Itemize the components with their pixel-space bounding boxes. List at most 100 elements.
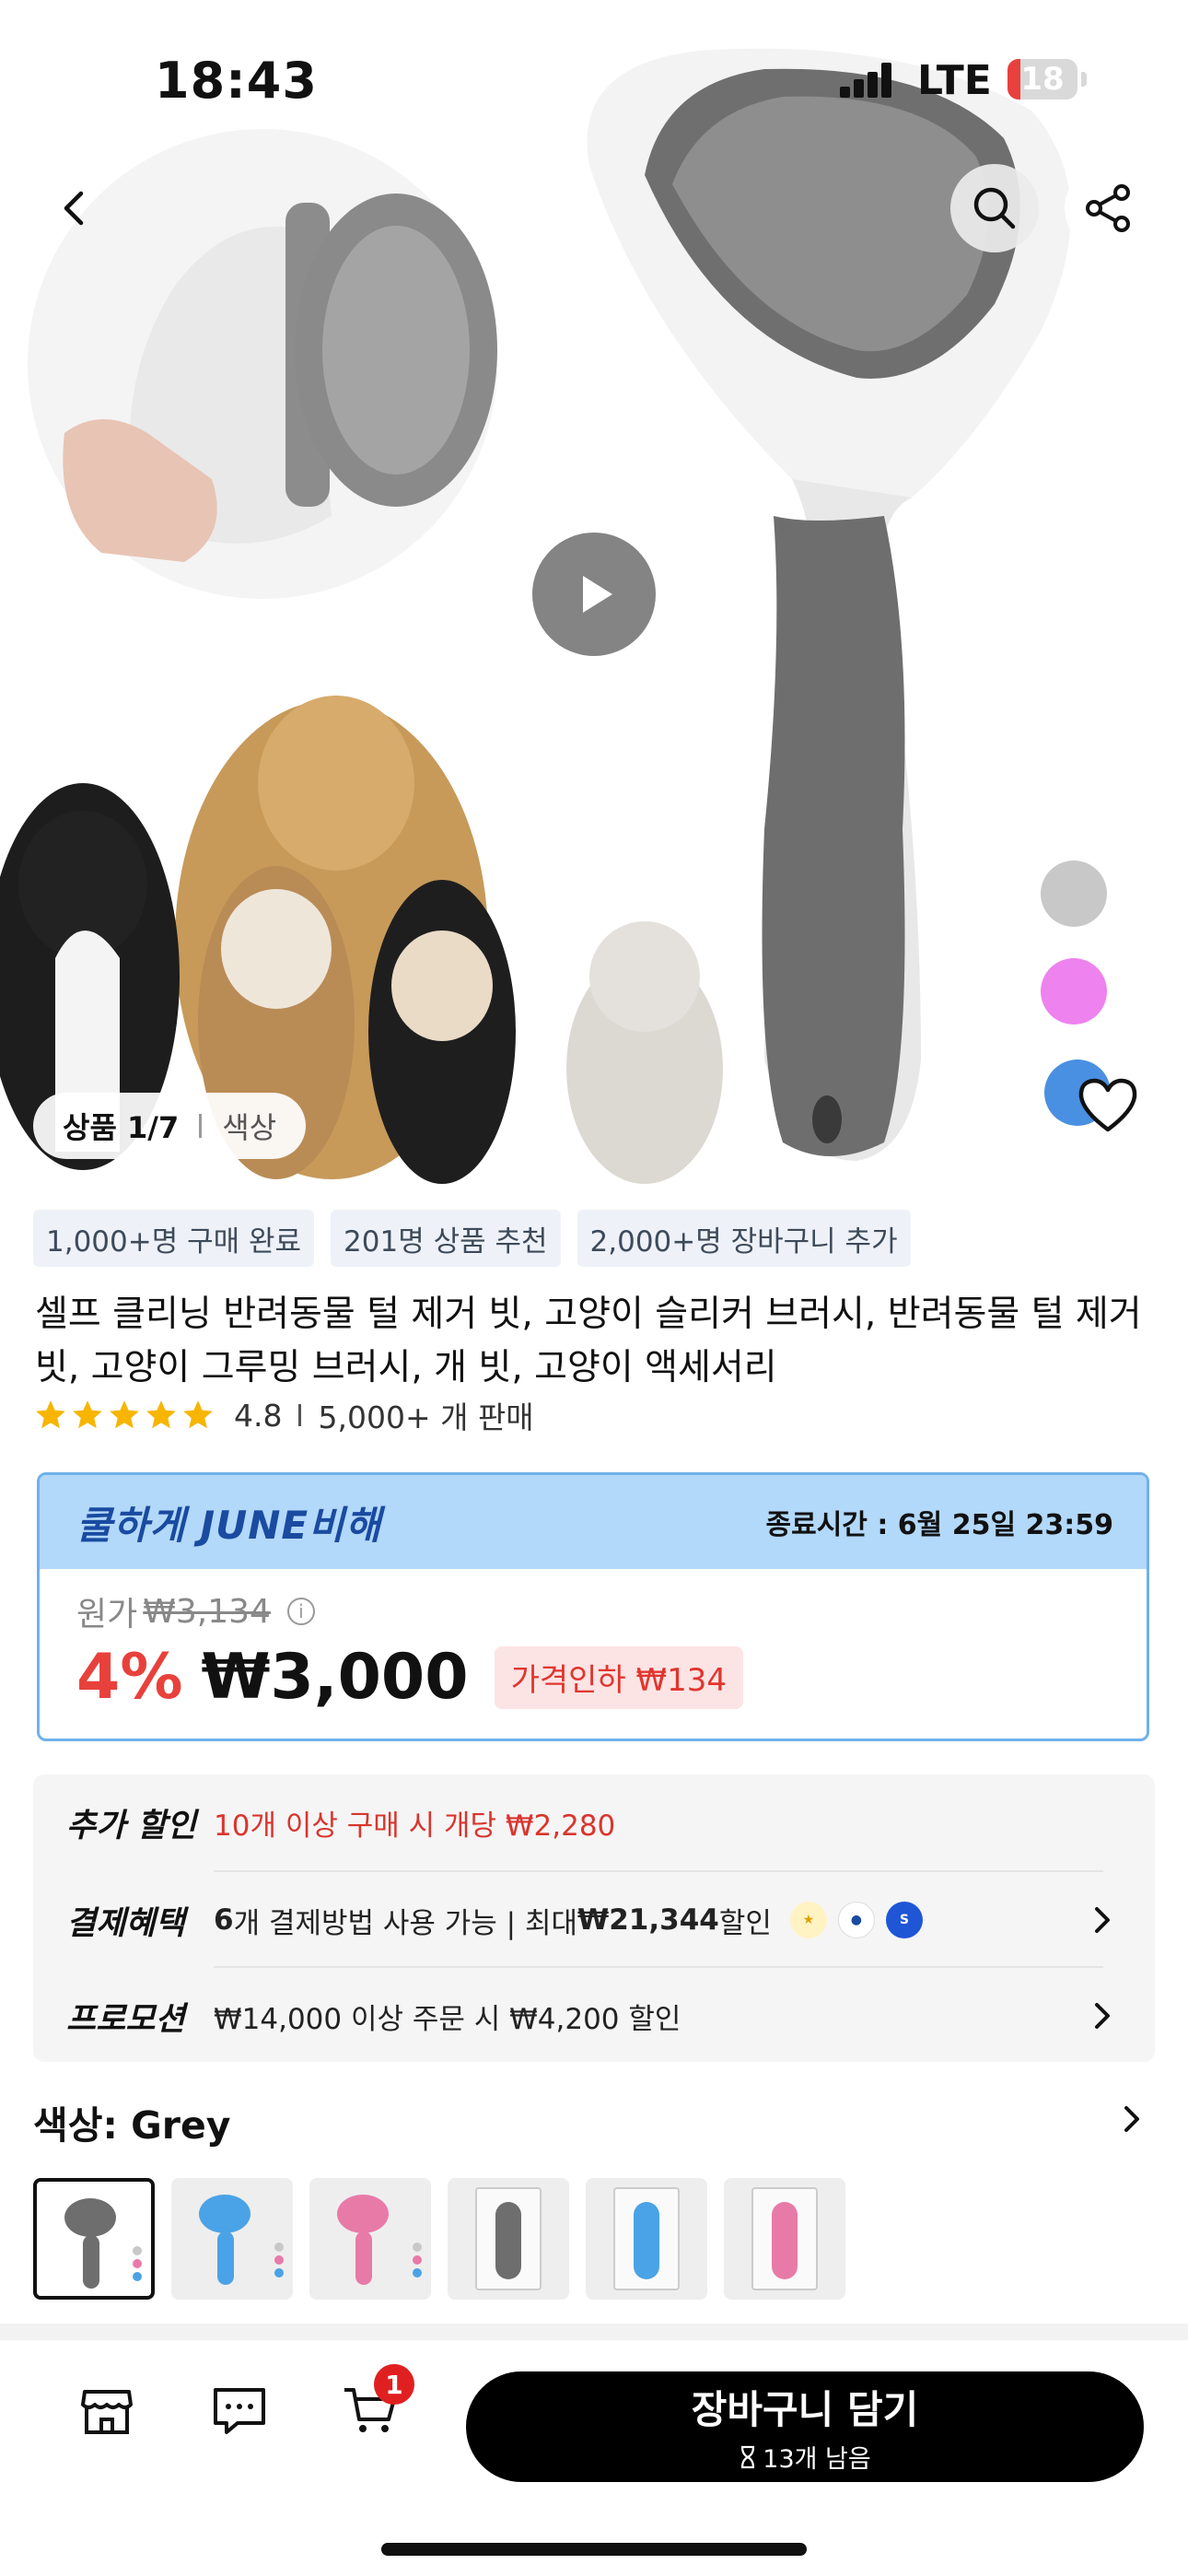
wishlist-button[interactable] bbox=[1076, 1076, 1140, 1139]
swatch-color-dots bbox=[133, 2246, 142, 2281]
payment-benefits-desc: 개 결제방법 사용 가능 | 최대 bbox=[233, 1906, 578, 1940]
payment-max-discount: ₩21,344 bbox=[577, 1903, 719, 1937]
star-icon bbox=[73, 1400, 102, 1429]
brush-in-box bbox=[634, 2202, 659, 2279]
brush-handle bbox=[217, 2231, 234, 2285]
price-row: 4% ₩3,000 가격인하 ₩134 bbox=[76, 1641, 744, 1714]
image-counter: 상품 1/7 색상 bbox=[33, 1093, 307, 1159]
original-price-row: 원가 ₩3,134 i bbox=[76, 1587, 315, 1635]
extra-discount-row: 추가 할인 10개 이상 구매 시 개당 ₩2,280 bbox=[66, 1774, 1116, 1870]
color-swatch-pink[interactable] bbox=[309, 2178, 431, 2300]
network-type: LTE bbox=[917, 57, 992, 104]
promotion-label: 프로모션 bbox=[66, 2000, 185, 2038]
discount-percent: 4% bbox=[76, 1641, 183, 1714]
package-box bbox=[751, 2187, 818, 2290]
payment-method-count: 6 bbox=[214, 1903, 234, 1937]
brush-handle bbox=[355, 2231, 372, 2285]
kb-card-icon: ★ bbox=[789, 1902, 827, 1938]
payment-benefits-suffix: 할인 bbox=[718, 1906, 772, 1940]
color-swatch-blue-box[interactable] bbox=[586, 2178, 707, 2300]
shinhan-card-icon: S bbox=[885, 1902, 923, 1938]
extra-discount-label: 추가 할인 bbox=[66, 1807, 196, 1844]
battery-icon: 18 bbox=[1007, 59, 1077, 100]
social-proof-tags: 1,000+명 구매 완료 201명 상품 추천 2,000+명 장바구니 추가 bbox=[33, 1210, 911, 1267]
star-icon bbox=[36, 1400, 65, 1429]
rating-value: 4.8 bbox=[234, 1397, 283, 1434]
sale-price: ₩3,000 bbox=[201, 1641, 469, 1714]
package-box bbox=[475, 2187, 542, 2290]
counter-divider bbox=[199, 1114, 203, 1138]
chevron-left-icon bbox=[64, 191, 84, 226]
tag-cart-adds: 2,000+명 장바구니 추가 bbox=[577, 1210, 911, 1267]
search-icon bbox=[973, 187, 1016, 229]
status-bar: 18:43 LTE 18 bbox=[0, 0, 1188, 157]
store-button[interactable] bbox=[70, 2373, 144, 2447]
brush-in-box bbox=[772, 2202, 798, 2279]
cart-button[interactable]: 1 bbox=[333, 2364, 414, 2447]
deal-end-time: 종료시간 : 6월 25일 23:59 bbox=[765, 1509, 1114, 1541]
stock-remaining: 13개 남음 bbox=[739, 2439, 871, 2475]
payment-benefits-row[interactable]: 결제혜택 6 개 결제방법 사용 가능 | 최대 ₩21,344 할인 ★ ● … bbox=[66, 1872, 1116, 1968]
hero-color-option-pink[interactable] bbox=[1041, 958, 1107, 1025]
chat-icon bbox=[214, 2388, 265, 2434]
color-swatch-blue[interactable] bbox=[171, 2178, 293, 2300]
brush-head bbox=[64, 2198, 116, 2237]
brush-head bbox=[199, 2195, 250, 2233]
promotion-text: ₩14,000 이상 주문 시 ₩4,200 할인 bbox=[214, 2002, 681, 2036]
deal-brand: 쿨하게 JUNE비해 bbox=[76, 1502, 382, 1548]
color-option-label[interactable]: 색상: Grey bbox=[33, 2094, 231, 2149]
heart-icon bbox=[1078, 1078, 1137, 1132]
battery-level: 18 bbox=[1020, 61, 1065, 98]
deal-header: 쿨하게 JUNE비해 종료시간 : 6월 25일 23:59 bbox=[40, 1475, 1147, 1569]
sold-count: 5,000+ 개 판매 bbox=[318, 1399, 534, 1435]
play-video-button[interactable] bbox=[532, 533, 656, 656]
samsung-card-icon: ● bbox=[837, 1902, 875, 1938]
promotion-row[interactable]: 프로모션 ₩14,000 이상 주문 시 ₩4,200 할인 bbox=[66, 1968, 1116, 2064]
status-time: 18:43 bbox=[155, 52, 318, 110]
section-divider bbox=[0, 2324, 1188, 2340]
tag-purchases: 1,000+명 구매 완료 bbox=[33, 1210, 315, 1267]
search-button[interactable] bbox=[950, 164, 1039, 252]
price-drop-badge: 가격인하 ₩134 bbox=[494, 1645, 744, 1709]
deal-box: 쿨하게 JUNE비해 종료시간 : 6월 25일 23:59 원가 ₩3,134… bbox=[37, 1472, 1149, 1741]
color-swatch-grey[interactable] bbox=[33, 2178, 155, 2300]
rating-row[interactable]: 4.8 5,000+ 개 판매 bbox=[33, 1393, 534, 1437]
play-icon bbox=[583, 576, 612, 613]
home-indicator bbox=[381, 2543, 807, 2556]
benefits-box: 추가 할인 10개 이상 구매 시 개당 ₩2,280 결제혜택 6 개 결제방… bbox=[33, 1774, 1155, 2062]
rating-divider bbox=[298, 1404, 302, 1426]
back-button[interactable] bbox=[31, 164, 120, 252]
tag-recommends: 201명 상품 추천 bbox=[331, 1210, 561, 1267]
chevron-right-icon bbox=[1095, 2003, 1110, 2029]
bottom-action-bar: 1 장바구니 담기 13개 남음 bbox=[0, 2340, 1188, 2576]
image-counter-value: 상품 1/7 bbox=[63, 1110, 180, 1145]
swatch-color-dots bbox=[274, 2242, 284, 2277]
share-button[interactable] bbox=[1065, 164, 1153, 252]
package-box bbox=[613, 2187, 680, 2290]
info-icon[interactable]: i bbox=[286, 1598, 315, 1625]
share-icon bbox=[1086, 184, 1130, 232]
chat-button[interactable] bbox=[203, 2373, 276, 2447]
product-image-gallery[interactable]: 18:43 LTE 18 상품 1/7 색상 bbox=[0, 0, 1188, 1188]
battery-nub bbox=[1081, 72, 1087, 87]
add-to-cart-label: 장바구니 담기 bbox=[691, 2387, 919, 2432]
original-price: ₩3,134 bbox=[143, 1592, 271, 1631]
color-swatch-pink-box[interactable] bbox=[724, 2178, 845, 2300]
rating-stars bbox=[33, 1398, 215, 1433]
image-counter-label: 색상 bbox=[222, 1110, 277, 1145]
chevron-right-icon bbox=[1095, 1907, 1110, 1933]
add-to-cart-button[interactable]: 장바구니 담기 13개 남음 bbox=[466, 2371, 1144, 2482]
star-icon bbox=[110, 1400, 139, 1429]
brush-head bbox=[337, 2195, 389, 2233]
payment-benefits-text: 6 개 결제방법 사용 가능 | 최대 ₩21,344 할인 ★ ● S bbox=[214, 1900, 923, 1941]
extra-discount-text: 10개 이상 구매 시 개당 ₩2,280 bbox=[214, 1809, 616, 1843]
store-icon bbox=[81, 2390, 133, 2434]
color-swatch-grey-box[interactable] bbox=[448, 2178, 569, 2300]
hero-color-option-grey[interactable] bbox=[1041, 861, 1107, 927]
product-title: 셀프 클리닝 반려동물 털 제거 빗, 고양이 슬리커 브러시, 반려동물 털 … bbox=[35, 1294, 1142, 1388]
color-swatches bbox=[33, 2178, 845, 2300]
stock-remaining-text: 13개 남음 bbox=[763, 2445, 871, 2474]
chevron-right-icon[interactable] bbox=[1118, 2104, 1146, 2134]
payment-benefits-label: 결제혜택 bbox=[66, 1904, 185, 1942]
cart-count-badge: 1 bbox=[374, 2364, 414, 2405]
